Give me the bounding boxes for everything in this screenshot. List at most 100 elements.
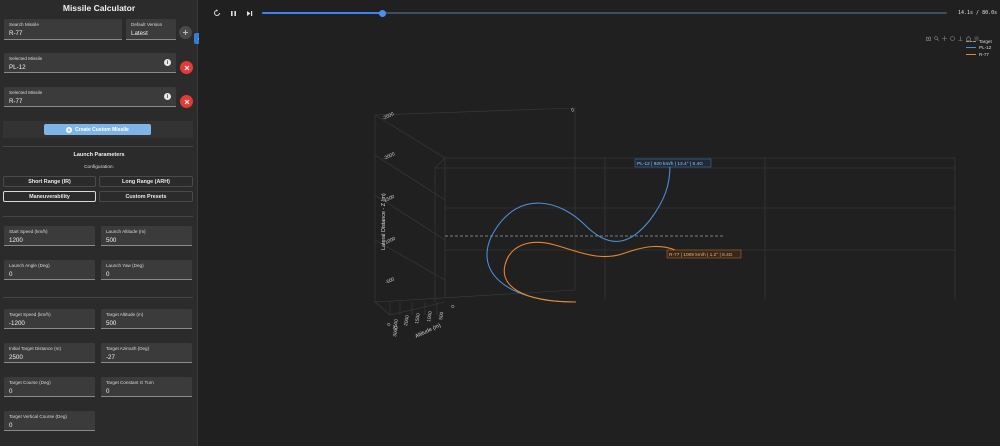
pl12-trajectory (486, 164, 671, 303)
divider (3, 216, 193, 217)
divider (3, 146, 193, 147)
z-axis-title: Lateral Distance - Z (m) (381, 193, 387, 250)
x-tick: 1500 (414, 312, 422, 324)
field-value: 0 (9, 422, 13, 429)
remove-missile-button[interactable] (180, 95, 193, 108)
field-value: 2500 (9, 354, 23, 361)
pl12-annotation-text: PL-12 | 920 km/h | 13.4° | 6.4G (637, 161, 703, 167)
z-tick: -2500 (381, 111, 395, 122)
selected-missile-field[interactable]: Selected Missile R-77 i (4, 87, 176, 107)
field-label: Target Vertical Course (Deg) (9, 414, 67, 419)
remove-missile-button[interactable] (180, 61, 193, 74)
close-icon (184, 99, 189, 104)
pause-button[interactable] (228, 8, 238, 18)
field-value: 500 (106, 237, 117, 244)
preset-long-range[interactable]: Long Range (ARH) (99, 176, 193, 187)
z-tick: -500 (384, 276, 396, 286)
field-label: Launch Altitude (m) (106, 229, 146, 234)
create-custom-missile-button[interactable]: Create Custom Missile (44, 124, 151, 135)
info-icon[interactable]: i (164, 93, 171, 100)
start-speed-field[interactable]: Start Speed (km/h) 1200 (4, 226, 95, 246)
z-axis-ticks: -2500 -2000 1500 1000 -500 0 (381, 107, 575, 286)
camera-icon[interactable] (926, 28, 932, 41)
field-value: 0 (106, 388, 110, 395)
timeline-progress (262, 12, 383, 14)
launch-angle-field[interactable]: Launch Angle (Deg) 0 (4, 260, 95, 280)
field-value: -27 (106, 354, 115, 361)
create-custom-missile-label: Create Custom Missile (75, 126, 129, 133)
add-circle-icon (66, 126, 73, 133)
info-icon[interactable]: i (164, 59, 171, 66)
x-axis-title: Altitude (m) (414, 323, 442, 340)
timeline-slider[interactable] (262, 9, 947, 17)
field-value: -1200 (9, 320, 25, 327)
zoom-icon[interactable] (934, 28, 940, 42)
target-azimuth-field[interactable]: Target Azimuth (Deg) -27 (101, 343, 192, 363)
add-missile-button[interactable] (179, 26, 192, 39)
target-vertical-course-field[interactable]: Target Vertical Course (Deg) 0 (4, 411, 95, 431)
pause-icon (230, 10, 236, 16)
field-label: Target Azimuth (Deg) (106, 346, 150, 351)
skip-forward-button[interactable] (244, 8, 254, 18)
version-select[interactable]: Default Version Latest (126, 19, 176, 40)
x-tick: 2000 (403, 314, 411, 326)
r77-trajectory (503, 241, 676, 303)
target-altitude-field[interactable]: Target Altitude (m) 500 (101, 309, 192, 329)
preset-custom[interactable]: Custom Presets (99, 191, 193, 202)
search-missile-field[interactable]: Search Missile R-77 (4, 19, 122, 40)
sidebar-title: Missile Calculator (62, 3, 136, 13)
field-label: Target Course (Deg) (9, 380, 51, 385)
x-tick: 0 (386, 322, 392, 326)
selected-missile-label: Selected Missile (9, 90, 43, 95)
timeline-thumb[interactable] (379, 9, 387, 17)
launch-altitude-field[interactable]: Launch Altitude (m) 500 (101, 226, 192, 246)
version-value: Latest (131, 30, 148, 37)
app-root: Missile Calculator Search Missile R-77 D… (0, 0, 1000, 446)
home-icon[interactable] (966, 28, 971, 41)
x-tick: 1000 (426, 310, 434, 322)
field-label: Target Altitude (m) (106, 312, 144, 317)
field-value: 0 (9, 388, 13, 395)
configuration-label: Configuration: (84, 165, 114, 170)
grid-line (374, 301, 446, 316)
orbit-icon[interactable] (950, 28, 955, 41)
launch-yaw-field[interactable]: Launch Yaw (Deg) 0 (101, 260, 192, 280)
trajectory-plot[interactable]: PL-12 | 920 km/h | 13.4° | 6.4G R-77 | 1… (200, 40, 990, 440)
field-label: Target Speed (km/h) (9, 312, 51, 317)
r77-annotation-text: R-77 | 1009 km/h | 1.2° | 6.4G (669, 252, 733, 258)
plus-icon (183, 30, 188, 35)
field-label: Launch Yaw (Deg) (106, 263, 144, 268)
x-tick: 0 (450, 304, 456, 308)
r77-annotation[interactable]: R-77 | 1009 km/h | 1.2° | 6.4G (666, 249, 742, 259)
pan-icon[interactable] (942, 28, 947, 41)
replay-icon (214, 9, 220, 16)
field-value: 0 (9, 271, 13, 278)
field-value: 1200 (9, 237, 23, 244)
skip-forward-icon (246, 10, 252, 16)
launch-parameters-title: Launch Parameters (73, 152, 125, 158)
initial-target-distance-field[interactable]: Initial Target Distance (m) 2500 (4, 343, 95, 363)
field-label: Start Speed (km/h) (9, 229, 48, 234)
plot-modebar (926, 28, 979, 42)
divider (3, 297, 193, 298)
z-tick: -2000 (382, 151, 396, 162)
target-g-turn-field[interactable]: Target Constant G Turn 0 (101, 377, 192, 397)
search-missile-label: Search Missile (9, 22, 39, 27)
pl12-annotation[interactable]: PL-12 | 920 km/h | 13.4° | 6.4G (634, 158, 712, 168)
grid-line (374, 114, 446, 159)
preset-maneuverability[interactable]: Maneuverability (3, 191, 96, 202)
replay-button[interactable] (212, 8, 222, 18)
search-missile-value: R-77 (9, 30, 23, 37)
selected-missile-field[interactable]: Selected Missile PL-12 i (4, 53, 176, 73)
selected-missile-value: R-77 (9, 98, 23, 105)
turntable-icon[interactable] (958, 28, 963, 41)
target-speed-field[interactable]: Target Speed (km/h) -1200 (4, 309, 95, 329)
field-value: 500 (106, 320, 117, 327)
x-tick: 500 (438, 311, 445, 320)
hover-icon[interactable] (974, 28, 979, 41)
grid-line (434, 157, 446, 302)
selected-missile-value: PL-12 (9, 64, 26, 71)
grid-line (374, 154, 446, 201)
target-course-field[interactable]: Target Course (Deg) 0 (4, 377, 95, 397)
preset-short-range[interactable]: Short Range (IR) (3, 176, 96, 187)
